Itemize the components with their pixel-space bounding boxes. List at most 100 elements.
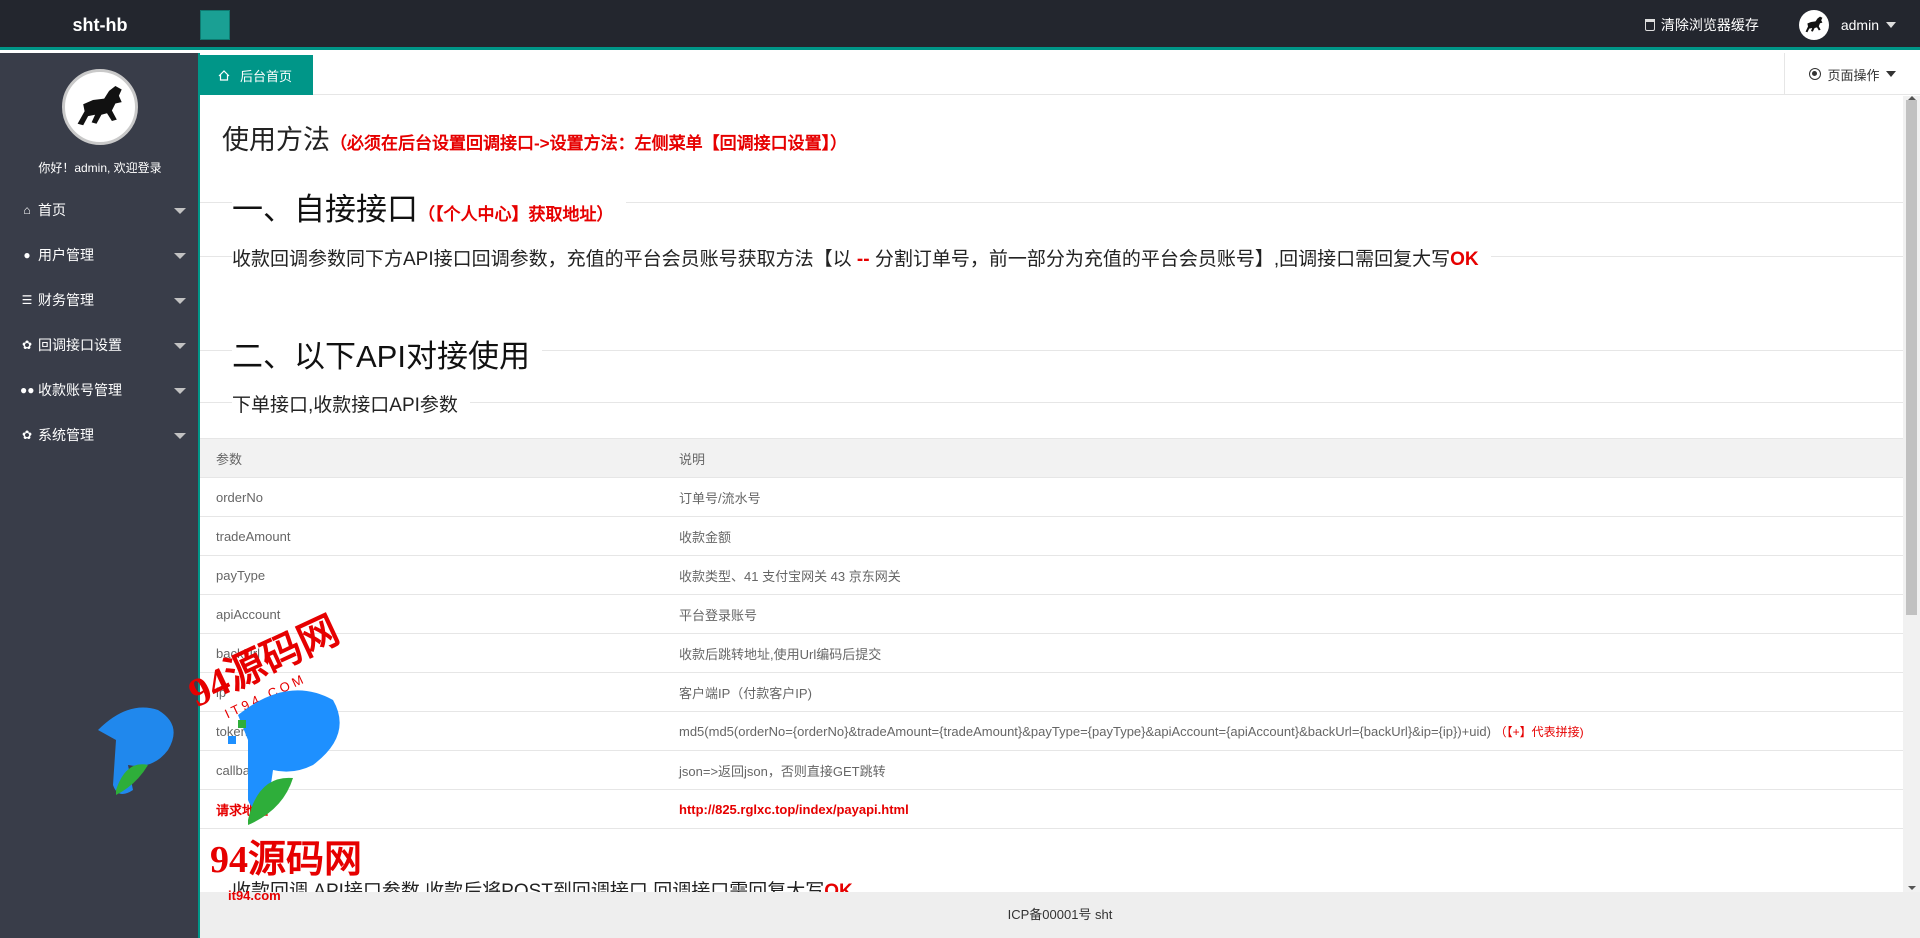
user-icon: ● bbox=[23, 248, 31, 262]
column-header: 参数 bbox=[200, 438, 663, 478]
brand-logo[interactable]: sht-hb bbox=[0, 0, 200, 50]
param-name: apiAccount bbox=[200, 594, 663, 634]
chevron-down-icon bbox=[174, 343, 186, 349]
param-desc: 收款金额 bbox=[663, 516, 1903, 556]
param-name: ip bbox=[200, 672, 663, 712]
sidebar-item-label: 回调接口设置 bbox=[38, 337, 122, 353]
list-icon: ☰ bbox=[21, 293, 33, 307]
tab-label: 后台首页 bbox=[240, 68, 293, 84]
chevron-down-icon bbox=[174, 298, 186, 304]
clear-cache-label: 清除浏览器缓存 bbox=[1660, 17, 1759, 33]
section1-title: 一、自接接口 bbox=[232, 192, 418, 227]
top-header: sht-hb 清除浏览器缓存 admin bbox=[0, 0, 1920, 50]
sidebar-avatar bbox=[62, 69, 138, 145]
table-row: token md5(md5(orderNo={orderNo}&tradeAmo… bbox=[200, 711, 1903, 751]
horse-icon bbox=[77, 86, 122, 126]
sidebar-item-system[interactable]: ✿ 系统管理 bbox=[0, 413, 198, 458]
param-desc: md5(md5(orderNo={orderNo}&tradeAmount={t… bbox=[663, 711, 1903, 751]
tab-bar: 后台首页 页面操作 bbox=[200, 53, 1920, 95]
table-row: orderNo 订单号/流水号 bbox=[200, 477, 1903, 517]
section1-paragraph: 收款回调参数同下方API接口回调参数，充值的平台会员账号获取方法【以 -- 分割… bbox=[232, 244, 1491, 271]
chevron-down-icon bbox=[1886, 22, 1896, 28]
param-desc: 收款类型、41 支付宝网关 43 京东网关 bbox=[663, 555, 1903, 595]
footer: ICP备00001号 sht bbox=[200, 892, 1920, 938]
trash-icon bbox=[1644, 19, 1655, 31]
chevron-down-icon bbox=[174, 388, 186, 394]
api-params-table: 参数 说明 orderNo 订单号/流水号 tradeAmount 收款金额 p… bbox=[200, 438, 1903, 829]
sidebar-item-label: 财务管理 bbox=[38, 292, 94, 308]
page-ops-label: 页面操作 bbox=[1827, 67, 1880, 83]
target-icon bbox=[1809, 68, 1822, 80]
token-formula: md5(md5(orderNo={orderNo}&tradeAmount={t… bbox=[679, 723, 1491, 739]
sidebar-item-accounts[interactable]: ●● 收款账号管理 bbox=[0, 368, 198, 413]
home-icon: ⌂ bbox=[23, 203, 31, 217]
request-url-label: 请求地址 bbox=[200, 789, 663, 829]
chevron-down-icon bbox=[1885, 71, 1896, 77]
sidebar: 你好！admin, 欢迎登录 ⌂ 首页 ● 用户管理 ☰ 财务管理 ✿ 回调接口… bbox=[0, 53, 200, 938]
gear-icon: ✿ bbox=[21, 338, 33, 352]
sidebar-item-label: 收款账号管理 bbox=[38, 382, 122, 398]
users-icon: ●● bbox=[20, 383, 35, 397]
tab-home[interactable]: 后台首页 bbox=[200, 55, 313, 95]
table-row: apiAccount 平台登录账号 bbox=[200, 594, 1903, 634]
clear-cache-button[interactable]: 清除浏览器缓存 bbox=[1644, 15, 1759, 35]
param-desc: json=>返回json，否则直接GET跳转 bbox=[663, 750, 1903, 790]
top-right-actions: 清除浏览器缓存 admin bbox=[1644, 0, 1896, 50]
sidebar-toggle-button[interactable] bbox=[200, 10, 230, 40]
ok-text: OK bbox=[1450, 249, 1479, 270]
ok-text: OK bbox=[824, 881, 853, 892]
usage-title: 使用方法 bbox=[222, 125, 330, 155]
param-desc: 订单号/流水号 bbox=[663, 477, 1903, 517]
section1-note: （【个人中心】获取地址） bbox=[418, 205, 614, 224]
sidebar-item-label: 首页 bbox=[38, 202, 66, 218]
username: admin bbox=[1840, 17, 1879, 33]
request-url-link[interactable]: http://825.rglxc.top/index/payapi.html bbox=[663, 789, 1903, 829]
user-menu[interactable]: admin bbox=[1798, 10, 1896, 40]
param-name: orderNo bbox=[200, 477, 663, 517]
table-row: ip 客户端IP（付款客户IP) bbox=[200, 672, 1903, 712]
param-name: payType bbox=[200, 555, 663, 595]
param-desc: 收款后跳转地址,使用Url编码后提交 bbox=[663, 633, 1903, 673]
welcome-text: 你好！admin, 欢迎登录 bbox=[38, 161, 162, 175]
sidebar-item-label: 用户管理 bbox=[38, 247, 94, 263]
horse-icon bbox=[1805, 16, 1823, 33]
sidebar-menu: ⌂ 首页 ● 用户管理 ☰ 财务管理 ✿ 回调接口设置 ●● 收款账号管理 ✿ … bbox=[0, 188, 198, 458]
sidebar-item-finance[interactable]: ☰ 财务管理 bbox=[0, 278, 198, 323]
param-name: token bbox=[200, 711, 663, 751]
scrollbar-thumb[interactable] bbox=[1906, 100, 1917, 615]
gear-icon: ✿ bbox=[21, 428, 33, 442]
param-name: callback bbox=[200, 750, 663, 790]
sidebar-item-callback[interactable]: ✿ 回调接口设置 bbox=[0, 323, 198, 368]
table-row: payType 收款类型、41 支付宝网关 43 京东网关 bbox=[200, 555, 1903, 595]
section1-heading: 一、自接接口（【个人中心】获取地址） bbox=[232, 184, 626, 229]
table-row: backUrl 收款后跳转地址,使用Url编码后提交 bbox=[200, 633, 1903, 673]
param-desc: 客户端IP（付款客户IP) bbox=[663, 672, 1903, 712]
para-text: 收款回调参数同下方API接口回调参数，充值的平台会员账号获取方法【以 bbox=[232, 249, 857, 270]
param-name: tradeAmount bbox=[200, 516, 663, 556]
para-text: 收款回调 API接口参数 收款后将POST到回调接口 回调接口需回复大写 bbox=[232, 881, 825, 892]
page-operations-dropdown[interactable]: 页面操作 bbox=[1784, 53, 1920, 95]
sidebar-item-label: 系统管理 bbox=[38, 427, 94, 443]
separator-text: -- bbox=[856, 249, 870, 270]
usage-heading: 使用方法（必须在后台设置回调接口->设置方法：左侧菜单【回调接口设置】） bbox=[222, 118, 847, 157]
chevron-down-icon[interactable] bbox=[1908, 886, 1916, 890]
sidebar-item-home[interactable]: ⌂ 首页 bbox=[0, 188, 198, 233]
chevron-down-icon bbox=[174, 208, 186, 214]
column-header: 说明 bbox=[663, 438, 1903, 478]
section2-subtitle: 下单接口,收款接口API参数 bbox=[232, 390, 470, 417]
table-row: callback json=>返回json，否则直接GET跳转 bbox=[200, 750, 1903, 790]
sidebar-item-users[interactable]: ● 用户管理 bbox=[0, 233, 198, 278]
content-scrollbar[interactable] bbox=[1903, 96, 1920, 892]
chevron-down-icon bbox=[174, 253, 186, 259]
request-url-row: 请求地址 http://825.rglxc.top/index/payapi.h… bbox=[200, 789, 1903, 829]
section2-heading: 二、以下API对接使用 bbox=[232, 331, 542, 376]
chevron-down-icon bbox=[174, 433, 186, 439]
main-content: 使用方法（必须在后台设置回调接口->设置方法：左侧菜单【回调接口设置】） 一、自… bbox=[200, 96, 1903, 892]
para-text: 分割订单号，前一部分为充值的平台会员账号】,回调接口需回复大写 bbox=[869, 249, 1451, 270]
table-row: tradeAmount 收款金额 bbox=[200, 516, 1903, 556]
table-header-row: 参数 说明 bbox=[200, 438, 1903, 478]
token-note: （【+】代表拼接) bbox=[1494, 724, 1584, 739]
callback-section-heading: 收款回调 API接口参数 收款后将POST到回调接口 回调接口需回复大写OK bbox=[232, 876, 853, 892]
param-name: backUrl bbox=[200, 633, 663, 673]
usage-note: （必须在后台设置回调接口->设置方法：左侧菜单【回调接口设置】） bbox=[330, 134, 848, 153]
